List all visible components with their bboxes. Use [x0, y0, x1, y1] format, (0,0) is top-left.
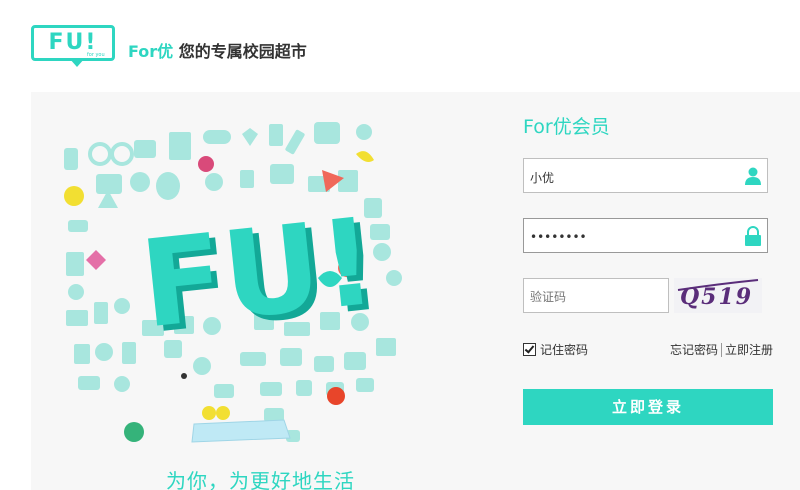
gear-icon [95, 343, 113, 361]
glasses-icon [88, 142, 112, 166]
gamepad-icon [203, 130, 231, 144]
password-input[interactable] [528, 226, 732, 248]
remember-checkbox[interactable] [523, 343, 536, 356]
site-tagline: For优 您的专属校园超市 [128, 38, 307, 62]
pinwheel-icon [86, 250, 106, 270]
laptop-icon [66, 310, 88, 326]
account-links: 忘记密码 立即注册 [670, 341, 773, 358]
login-page: FU! for you For优 您的专属校园超市 FU! FU! 为你，为更好… [0, 0, 800, 490]
egg-icon [114, 376, 130, 392]
cup-noodle-icon [280, 348, 302, 366]
chocolate-icon [214, 384, 234, 398]
user-icon [745, 167, 761, 185]
cherry-pair-icon [202, 406, 216, 420]
tomato-icon [327, 387, 345, 405]
username-input[interactable] [528, 166, 732, 188]
main-panel: FU! FU! 为你，为更好地生活 For优会员 小优 验证码 Q519 记住密… [31, 92, 800, 490]
remember-password[interactable]: 记住密码 [523, 341, 588, 358]
ice-cream-icon [78, 376, 100, 390]
bowl-icon [314, 356, 334, 372]
clover-icon [356, 124, 372, 140]
hero-slogan: 为你，为更好地生活 [166, 469, 355, 490]
captcha-field[interactable] [523, 278, 732, 313]
lock-icon [745, 226, 761, 246]
phone-icon [240, 170, 254, 188]
speaker-icon [338, 170, 358, 192]
compass-icon [114, 298, 130, 314]
melon-icon [156, 172, 180, 200]
battery-icon [285, 129, 305, 155]
bread-icon [240, 352, 266, 366]
lemon-icon [64, 186, 84, 206]
tablet-icon [191, 419, 291, 443]
suitcase-icon [270, 164, 294, 184]
camera-icon [314, 122, 340, 144]
hero-fu-title: FU! FU! [135, 193, 389, 361]
jar-icon [296, 380, 312, 396]
tv-icon [376, 338, 396, 356]
captcha-image[interactable]: Q519 [674, 278, 762, 313]
popsicle-icon [64, 148, 78, 170]
pants-icon [74, 344, 90, 364]
logo-subtext: for you [87, 52, 105, 58]
banana-icon [356, 151, 374, 162]
grape-icon [198, 156, 214, 172]
site-header: FU! for you For优 您的专属校园超市 [0, 0, 800, 92]
spray-icon [260, 382, 282, 396]
heart-icon [242, 128, 258, 146]
chat-icon [356, 378, 374, 392]
mug-icon [344, 352, 366, 370]
coin-icon [386, 270, 402, 286]
drink-icon [66, 252, 84, 276]
cherry-icon [193, 357, 211, 375]
camera2-icon [96, 174, 122, 194]
clock-icon [68, 284, 84, 300]
logo-speech-tail [69, 58, 85, 67]
form-title: For优会员 [523, 116, 610, 138]
sun-icon [130, 172, 150, 192]
forgot-password-link[interactable]: 忘记密码 [670, 343, 718, 357]
cup-icon [269, 124, 283, 146]
pencil-icon [94, 302, 108, 324]
login-form: For优会员 Q519 [523, 92, 783, 490]
tagline-brand: For优 [128, 42, 174, 61]
hero-illustration: FU! FU! 为你，为更好地生活 [64, 112, 424, 490]
password-field[interactable] [523, 218, 768, 253]
tagline-text: 您的专属校园超市 [173, 42, 307, 61]
remember-label: 记住密码 [540, 343, 589, 357]
username-field[interactable] [523, 158, 768, 193]
captcha-text: Q519 [680, 284, 753, 310]
wallet-icon [134, 140, 156, 158]
link-divider [720, 343, 722, 357]
donut-icon [205, 173, 223, 191]
register-link[interactable]: 立即注册 [725, 343, 773, 357]
candy-icon [122, 342, 136, 364]
hat-icon [68, 220, 88, 232]
duty-free-bag-icon [169, 132, 191, 160]
site-logo[interactable]: FU! for you [31, 25, 119, 67]
login-button[interactable]: 立即登录 [523, 389, 773, 425]
hero-icons-cloud: FU! FU! [64, 122, 402, 443]
watermelon-icon [124, 422, 144, 442]
hero-fu-text: FU! [135, 193, 382, 356]
